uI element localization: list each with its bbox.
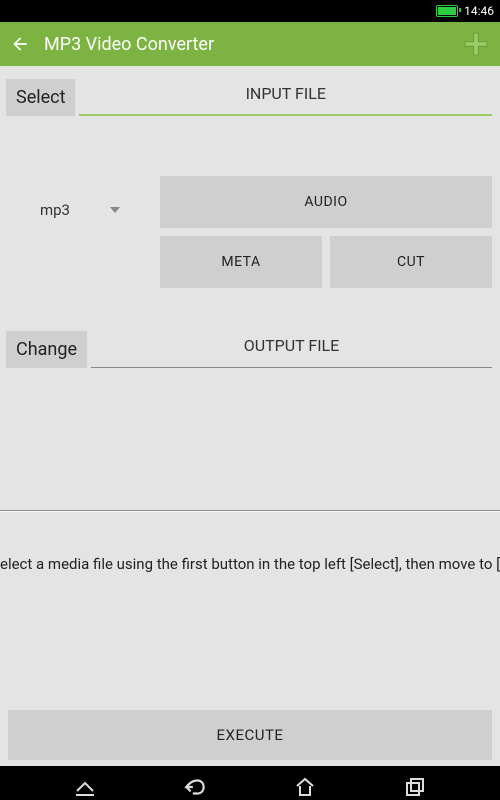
nav-recents-icon[interactable]	[402, 774, 428, 800]
battery-icon	[436, 5, 458, 17]
options-block: mp3 AUDIO META CUT	[0, 176, 500, 288]
system-nav-bar	[0, 766, 500, 800]
instruction-text: elect a media file using the first butto…	[0, 555, 500, 573]
change-button[interactable]: Change	[6, 331, 87, 368]
back-arrow-icon[interactable]	[10, 34, 30, 54]
status-time: 14:46	[464, 4, 494, 18]
nav-home-icon[interactable]	[292, 774, 318, 800]
execute-button[interactable]: EXECUTE	[8, 710, 492, 760]
format-dropdown[interactable]: mp3	[0, 186, 160, 234]
content-area: Select INPUT FILE mp3 AUDIO META CUT Cha…	[0, 74, 500, 766]
input-file-header: INPUT FILE	[79, 74, 492, 116]
input-file-row: Select INPUT FILE	[0, 74, 500, 116]
divider	[0, 510, 500, 511]
status-bar: 14:46	[0, 0, 500, 22]
add-button[interactable]	[462, 30, 490, 58]
app-title: MP3 Video Converter	[44, 34, 214, 55]
action-button-grid: AUDIO META CUT	[160, 176, 492, 288]
output-file-header: OUTPUT FILE	[91, 326, 492, 368]
audio-button[interactable]: AUDIO	[160, 176, 492, 228]
format-value: mp3	[40, 201, 70, 219]
cut-button[interactable]: CUT	[330, 236, 492, 288]
output-file-row: Change OUTPUT FILE	[0, 326, 500, 368]
select-button[interactable]: Select	[6, 79, 75, 116]
app-bar: MP3 Video Converter	[0, 22, 500, 66]
nav-back-icon[interactable]	[182, 774, 208, 800]
nav-recent-up-icon[interactable]	[72, 774, 98, 800]
meta-button[interactable]: META	[160, 236, 322, 288]
chevron-down-icon	[110, 207, 120, 213]
